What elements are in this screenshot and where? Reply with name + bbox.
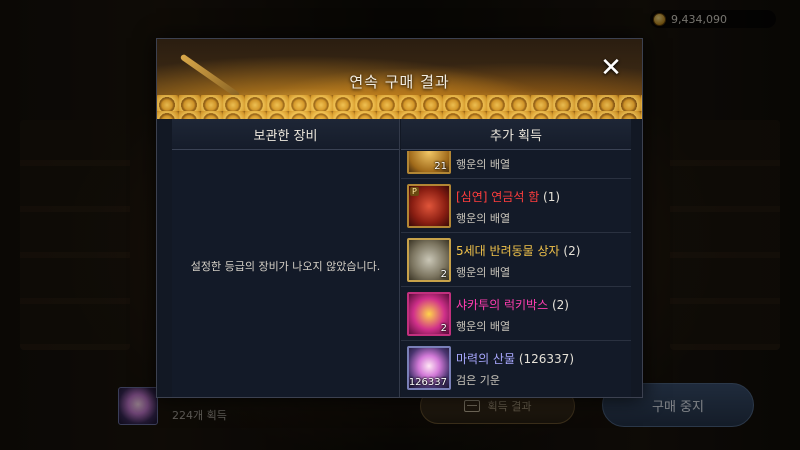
item-source: 행운의 배열 (456, 266, 511, 279)
gold-item-icon: 21 (407, 151, 451, 174)
empty-message: 설정한 등급의 장비가 나오지 않았습니다. (190, 260, 381, 273)
lucky-box-icon: 2 (407, 292, 451, 336)
list-item[interactable]: 2 샤카투의 럭키박스 (2) 행운의 배열 (401, 287, 631, 341)
item-count: 126337 (408, 377, 447, 388)
item-name: 샤카투의 럭키박스 (2) (456, 298, 569, 312)
gold-pile-decoration (157, 95, 642, 119)
purchase-result-dialog: 연속 구매 결과 ✕ 보관한 장비 설정한 등급의 장비가 나오지 않았습니다.… (156, 38, 643, 398)
item-name: [심연] 연금석 함 (1) (456, 190, 561, 204)
item-name: 마력의 산물 (126337) (456, 352, 575, 366)
item-source: 행운의 배열 (456, 320, 511, 333)
alchemy-stone-chest-icon: P (407, 184, 451, 228)
item-count: 2 (440, 323, 447, 334)
additional-acquire-header: 추가 획득 (401, 119, 631, 150)
item-count: 2 (440, 269, 447, 280)
list-item[interactable]: 21 행운의 배열 (401, 151, 631, 179)
magic-orb-icon: 126337 (407, 346, 451, 390)
item-source: 검은 기운 (456, 374, 500, 387)
list-item[interactable]: P [심연] 연금석 함 (1) 행운의 배열 (401, 179, 631, 233)
stored-equipment-panel: 보관한 장비 설정한 등급의 장비가 나오지 않았습니다. (172, 119, 400, 397)
dialog-title: 연속 구매 결과 (349, 73, 450, 91)
reward-list[interactable]: 21 행운의 배열 P [심연] 연금석 함 (1) 행운의 배열 2 5세대 … (401, 151, 631, 397)
stored-equipment-header: 보관한 장비 (172, 119, 399, 150)
item-source: 행운의 배열 (456, 212, 511, 225)
dialog-header: 연속 구매 결과 ✕ (157, 39, 642, 119)
item-source: 행운의 배열 (456, 158, 511, 171)
item-name: 5세대 반려동물 상자 (2) (456, 244, 581, 258)
pet-box-icon: 2 (407, 238, 451, 282)
close-icon[interactable]: ✕ (598, 55, 624, 81)
additional-acquire-panel: 추가 획득 21 행운의 배열 P [심연] 연금석 함 (1) 행운의 배열 (401, 119, 631, 397)
item-count: 21 (434, 161, 447, 172)
list-item[interactable]: 2 5세대 반려동물 상자 (2) 행운의 배열 (401, 233, 631, 287)
premium-badge: P (410, 187, 419, 196)
list-item[interactable]: 126337 마력의 산물 (126337) 검은 기운 (401, 341, 631, 395)
